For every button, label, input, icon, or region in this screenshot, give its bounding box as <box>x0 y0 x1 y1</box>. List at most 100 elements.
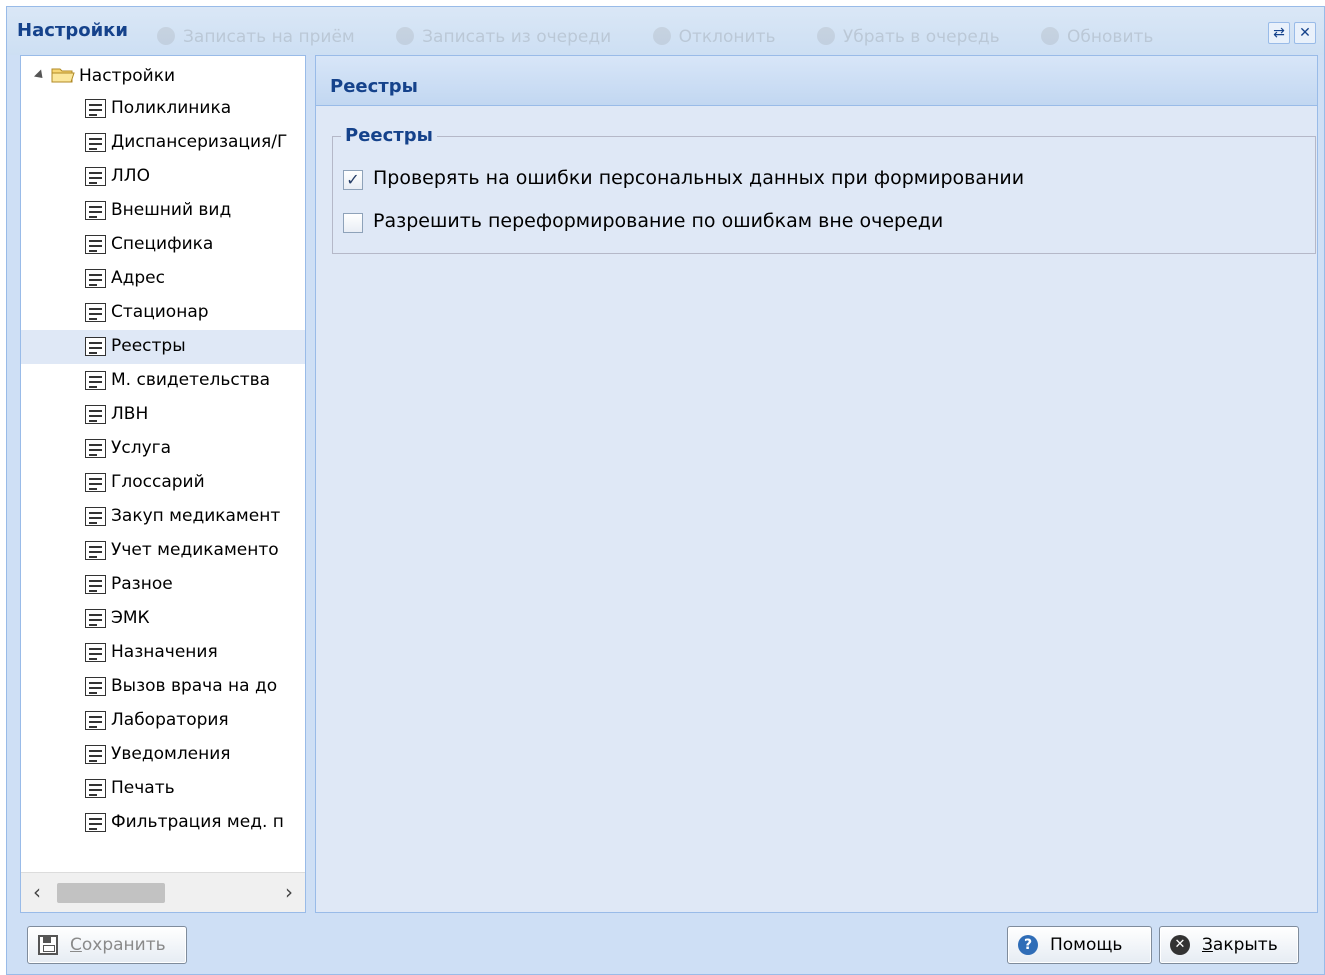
tree-item[interactable]: Поликлиника <box>21 92 305 126</box>
ghost-toolbar-item: Обновить <box>1041 27 1153 47</box>
settings-page-icon <box>85 745 106 764</box>
tree-root-node[interactable]: Настройки <box>21 62 305 92</box>
help-button-label: Помощь <box>1050 935 1123 955</box>
tree-item-label: Реестры <box>111 336 186 356</box>
settings-page-icon <box>85 269 106 288</box>
window-title: Настройки <box>17 20 129 41</box>
refresh-icon[interactable]: ⇄ <box>1268 22 1290 44</box>
help-button[interactable]: ? Помощь <box>1007 926 1152 964</box>
settings-page-icon <box>85 439 106 458</box>
registries-fieldset: Реестры ✓ Проверять на ошибки персональн… <box>332 125 1316 254</box>
tree-item[interactable]: Глоссарий <box>21 466 305 500</box>
settings-window: Настройки Записать на приём Записать из … <box>6 6 1325 975</box>
settings-page-icon <box>85 303 106 322</box>
tree-item[interactable]: Уведомления <box>21 738 305 772</box>
tree-root-label: Настройки <box>79 66 176 86</box>
option-label: Проверять на ошибки персональных данных … <box>373 167 1025 189</box>
tree-item-label: Фильтрация мед. п <box>111 812 284 832</box>
scroll-right-icon[interactable]: › <box>277 881 301 905</box>
tree-item[interactable]: Услуга <box>21 432 305 466</box>
expand-arrow-icon[interactable] <box>33 69 47 82</box>
tree-item[interactable]: ЛЛО <box>21 160 305 194</box>
tree-item[interactable]: Печать <box>21 772 305 806</box>
settings-page-icon <box>85 507 106 526</box>
checkbox-unchecked[interactable] <box>343 213 363 233</box>
tree-item-label: Диспансеризация/Г <box>111 132 288 152</box>
tree-item-label: Поликлиника <box>111 98 232 118</box>
tree-item[interactable]: Вызов врача на до <box>21 670 305 704</box>
question-circle-icon: ? <box>1018 935 1038 955</box>
settings-page-icon <box>85 643 106 662</box>
settings-tree: Настройки Поликлиника Диспансеризация/Г ЛЛ… <box>20 55 306 913</box>
ghost-toolbar-item: Записать на приём <box>157 27 355 47</box>
settings-page-icon <box>85 541 106 560</box>
settings-page-icon <box>85 201 106 220</box>
tree-item-label: Разное <box>111 574 173 594</box>
close-button[interactable]: ✕ Закрыть <box>1159 926 1299 964</box>
tree-item-label: Уведомления <box>111 744 231 764</box>
scrollbar-thumb[interactable] <box>57 883 165 903</box>
fieldset-legend: Реестры <box>341 125 437 146</box>
tree-item-label: Вызов врача на до <box>111 676 278 696</box>
tree-item-label: ЛВН <box>111 404 149 424</box>
ghost-toolbar-item: Отклонить <box>653 27 776 47</box>
settings-page-icon <box>85 235 106 254</box>
checkbox-checked[interactable]: ✓ <box>343 170 363 190</box>
tree-item-label: ЭМК <box>111 608 150 628</box>
tree-item-label: Адрес <box>111 268 165 288</box>
window-titlebar: Настройки Записать на приём Записать из … <box>7 7 1324 55</box>
tree-item[interactable]: Закуп медикамент <box>21 500 305 534</box>
tree-item[interactable]: Лаборатория <box>21 704 305 738</box>
tree-item[interactable]: Реестры <box>21 330 305 364</box>
save-button-label: Сохранить <box>70 935 166 955</box>
panel-title: Реестры <box>330 76 418 97</box>
tree-item[interactable]: Стационар <box>21 296 305 330</box>
tree-item-label: Услуга <box>111 438 171 458</box>
tree-item[interactable]: Специфика <box>21 228 305 262</box>
tree-item[interactable]: Фильтрация мед. п <box>21 806 305 840</box>
ghost-toolbar-item: Убрать в очередь <box>817 27 1000 47</box>
tree-item[interactable]: Диспансеризация/Г <box>21 126 305 160</box>
tree-item-label: Стационар <box>111 302 209 322</box>
tree-item[interactable]: Адрес <box>21 262 305 296</box>
tree-item-label: Специфика <box>111 234 214 254</box>
tree-item[interactable]: Разное <box>21 568 305 602</box>
settings-page-icon <box>85 337 106 356</box>
background-toolbar-ghost: Записать на приём Записать из очереди От… <box>157 27 1244 57</box>
settings-page-icon <box>85 133 106 152</box>
tree-item[interactable]: Внешний вид <box>21 194 305 228</box>
floppy-disk-icon <box>38 935 58 955</box>
tree-item-label: Глоссарий <box>111 472 205 492</box>
tree-item-label: Печать <box>111 778 175 798</box>
scroll-left-icon[interactable]: ‹ <box>25 881 49 905</box>
tree-item[interactable]: ЭМК <box>21 602 305 636</box>
settings-page-icon <box>85 371 106 390</box>
tree-scroll-area: Настройки Поликлиника Диспансеризация/Г ЛЛ… <box>21 56 305 872</box>
registries-panel: Реестры Реестры ✓ Проверять на ошибки пе… <box>315 55 1318 913</box>
folder-open-icon <box>51 68 75 83</box>
settings-page-icon <box>85 609 106 628</box>
tree-item[interactable]: Назначения <box>21 636 305 670</box>
tree-item[interactable]: ЛВН <box>21 398 305 432</box>
save-button[interactable]: Сохранить <box>27 926 187 964</box>
settings-page-icon <box>85 779 106 798</box>
tree-item-label: Лаборатория <box>111 710 229 730</box>
horizontal-scrollbar[interactable]: ‹ › <box>21 872 305 912</box>
settings-page-icon <box>85 813 106 832</box>
panel-header: Реестры <box>316 56 1317 106</box>
tree-item-label: Внешний вид <box>111 200 232 220</box>
tree-item-label: М. свидетельства <box>111 370 271 390</box>
close-icon[interactable]: ✕ <box>1294 22 1316 44</box>
close-circle-icon: ✕ <box>1170 935 1190 955</box>
settings-page-icon <box>85 167 106 186</box>
settings-page-icon <box>85 473 106 492</box>
settings-page-icon <box>85 99 106 118</box>
tree-item[interactable]: М. свидетельства <box>21 364 305 398</box>
tree-item-label: Учет медикаменто <box>111 540 279 560</box>
settings-page-icon <box>85 575 106 594</box>
tree-item-label: Назначения <box>111 642 218 662</box>
tree-item[interactable]: Учет медикаменто <box>21 534 305 568</box>
ghost-toolbar-item: Записать из очереди <box>396 27 611 47</box>
settings-page-icon <box>85 711 106 730</box>
option-label: Разрешить переформирование по ошибкам вн… <box>373 210 944 232</box>
